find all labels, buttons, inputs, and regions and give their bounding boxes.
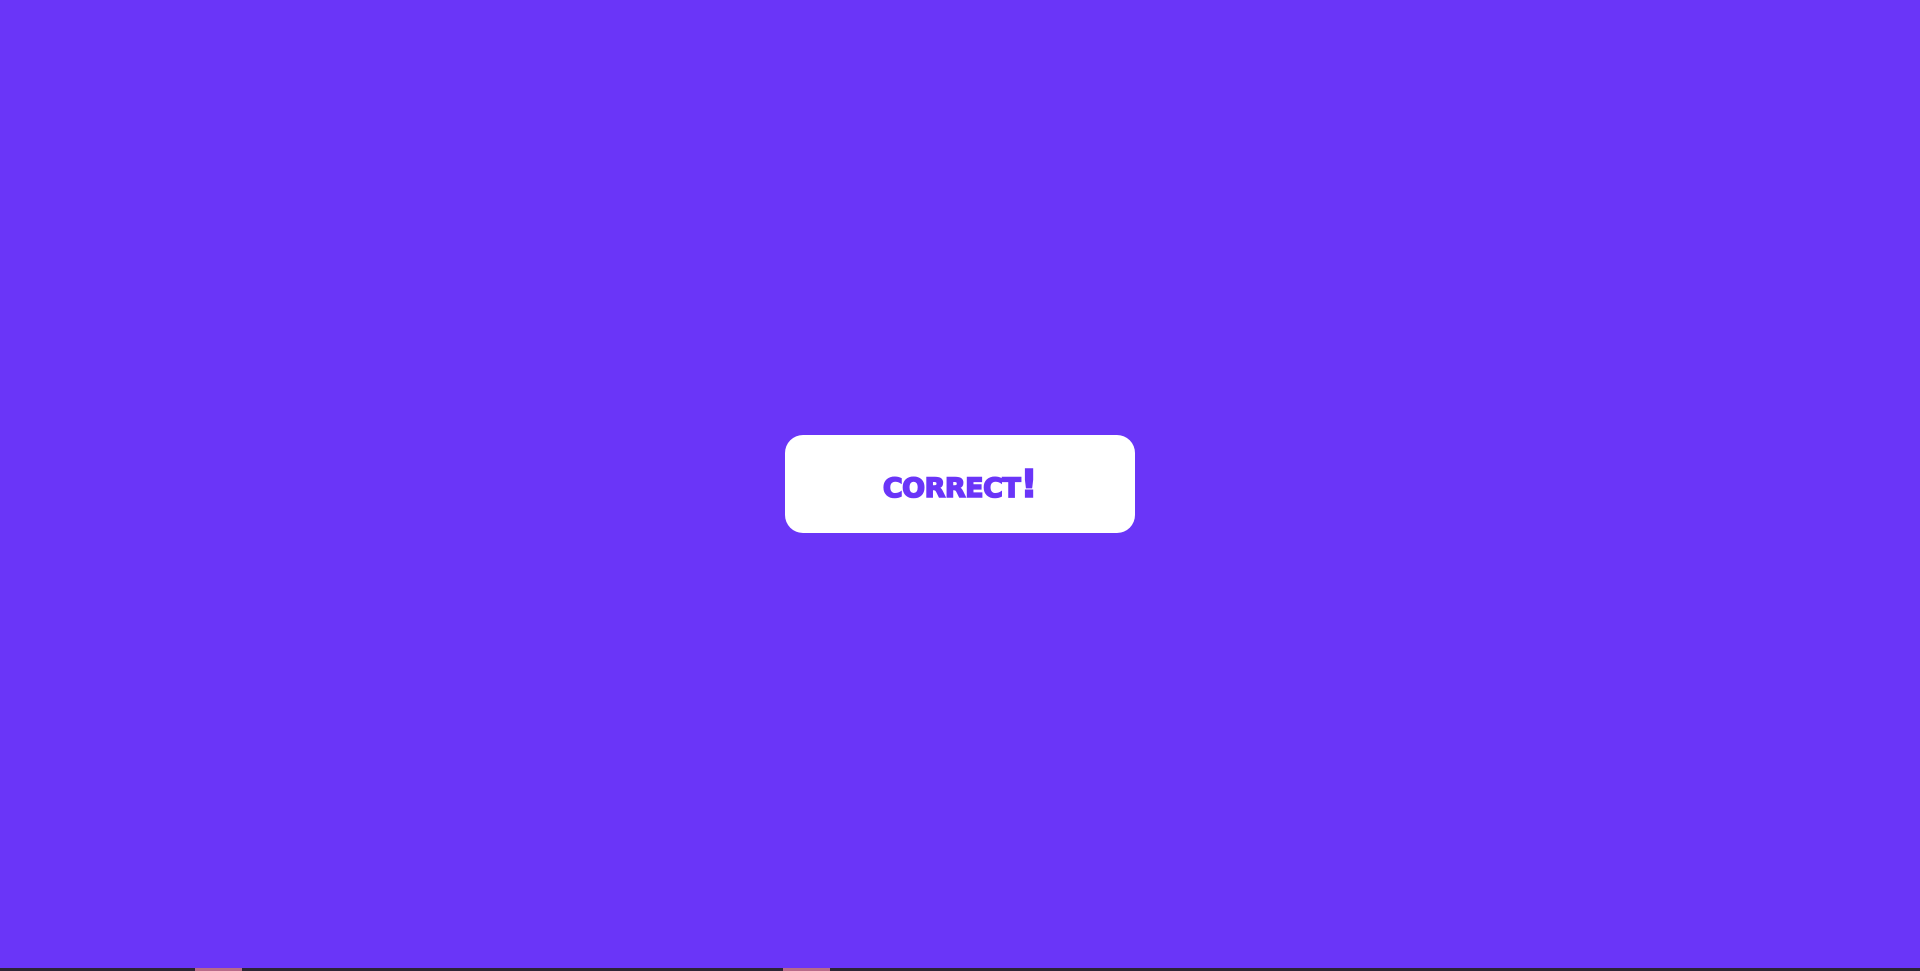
game-background: Correct!: [0, 0, 1920, 968]
answer-feedback-card: Correct!: [785, 435, 1135, 533]
correct-message: Correct!: [882, 462, 1038, 506]
